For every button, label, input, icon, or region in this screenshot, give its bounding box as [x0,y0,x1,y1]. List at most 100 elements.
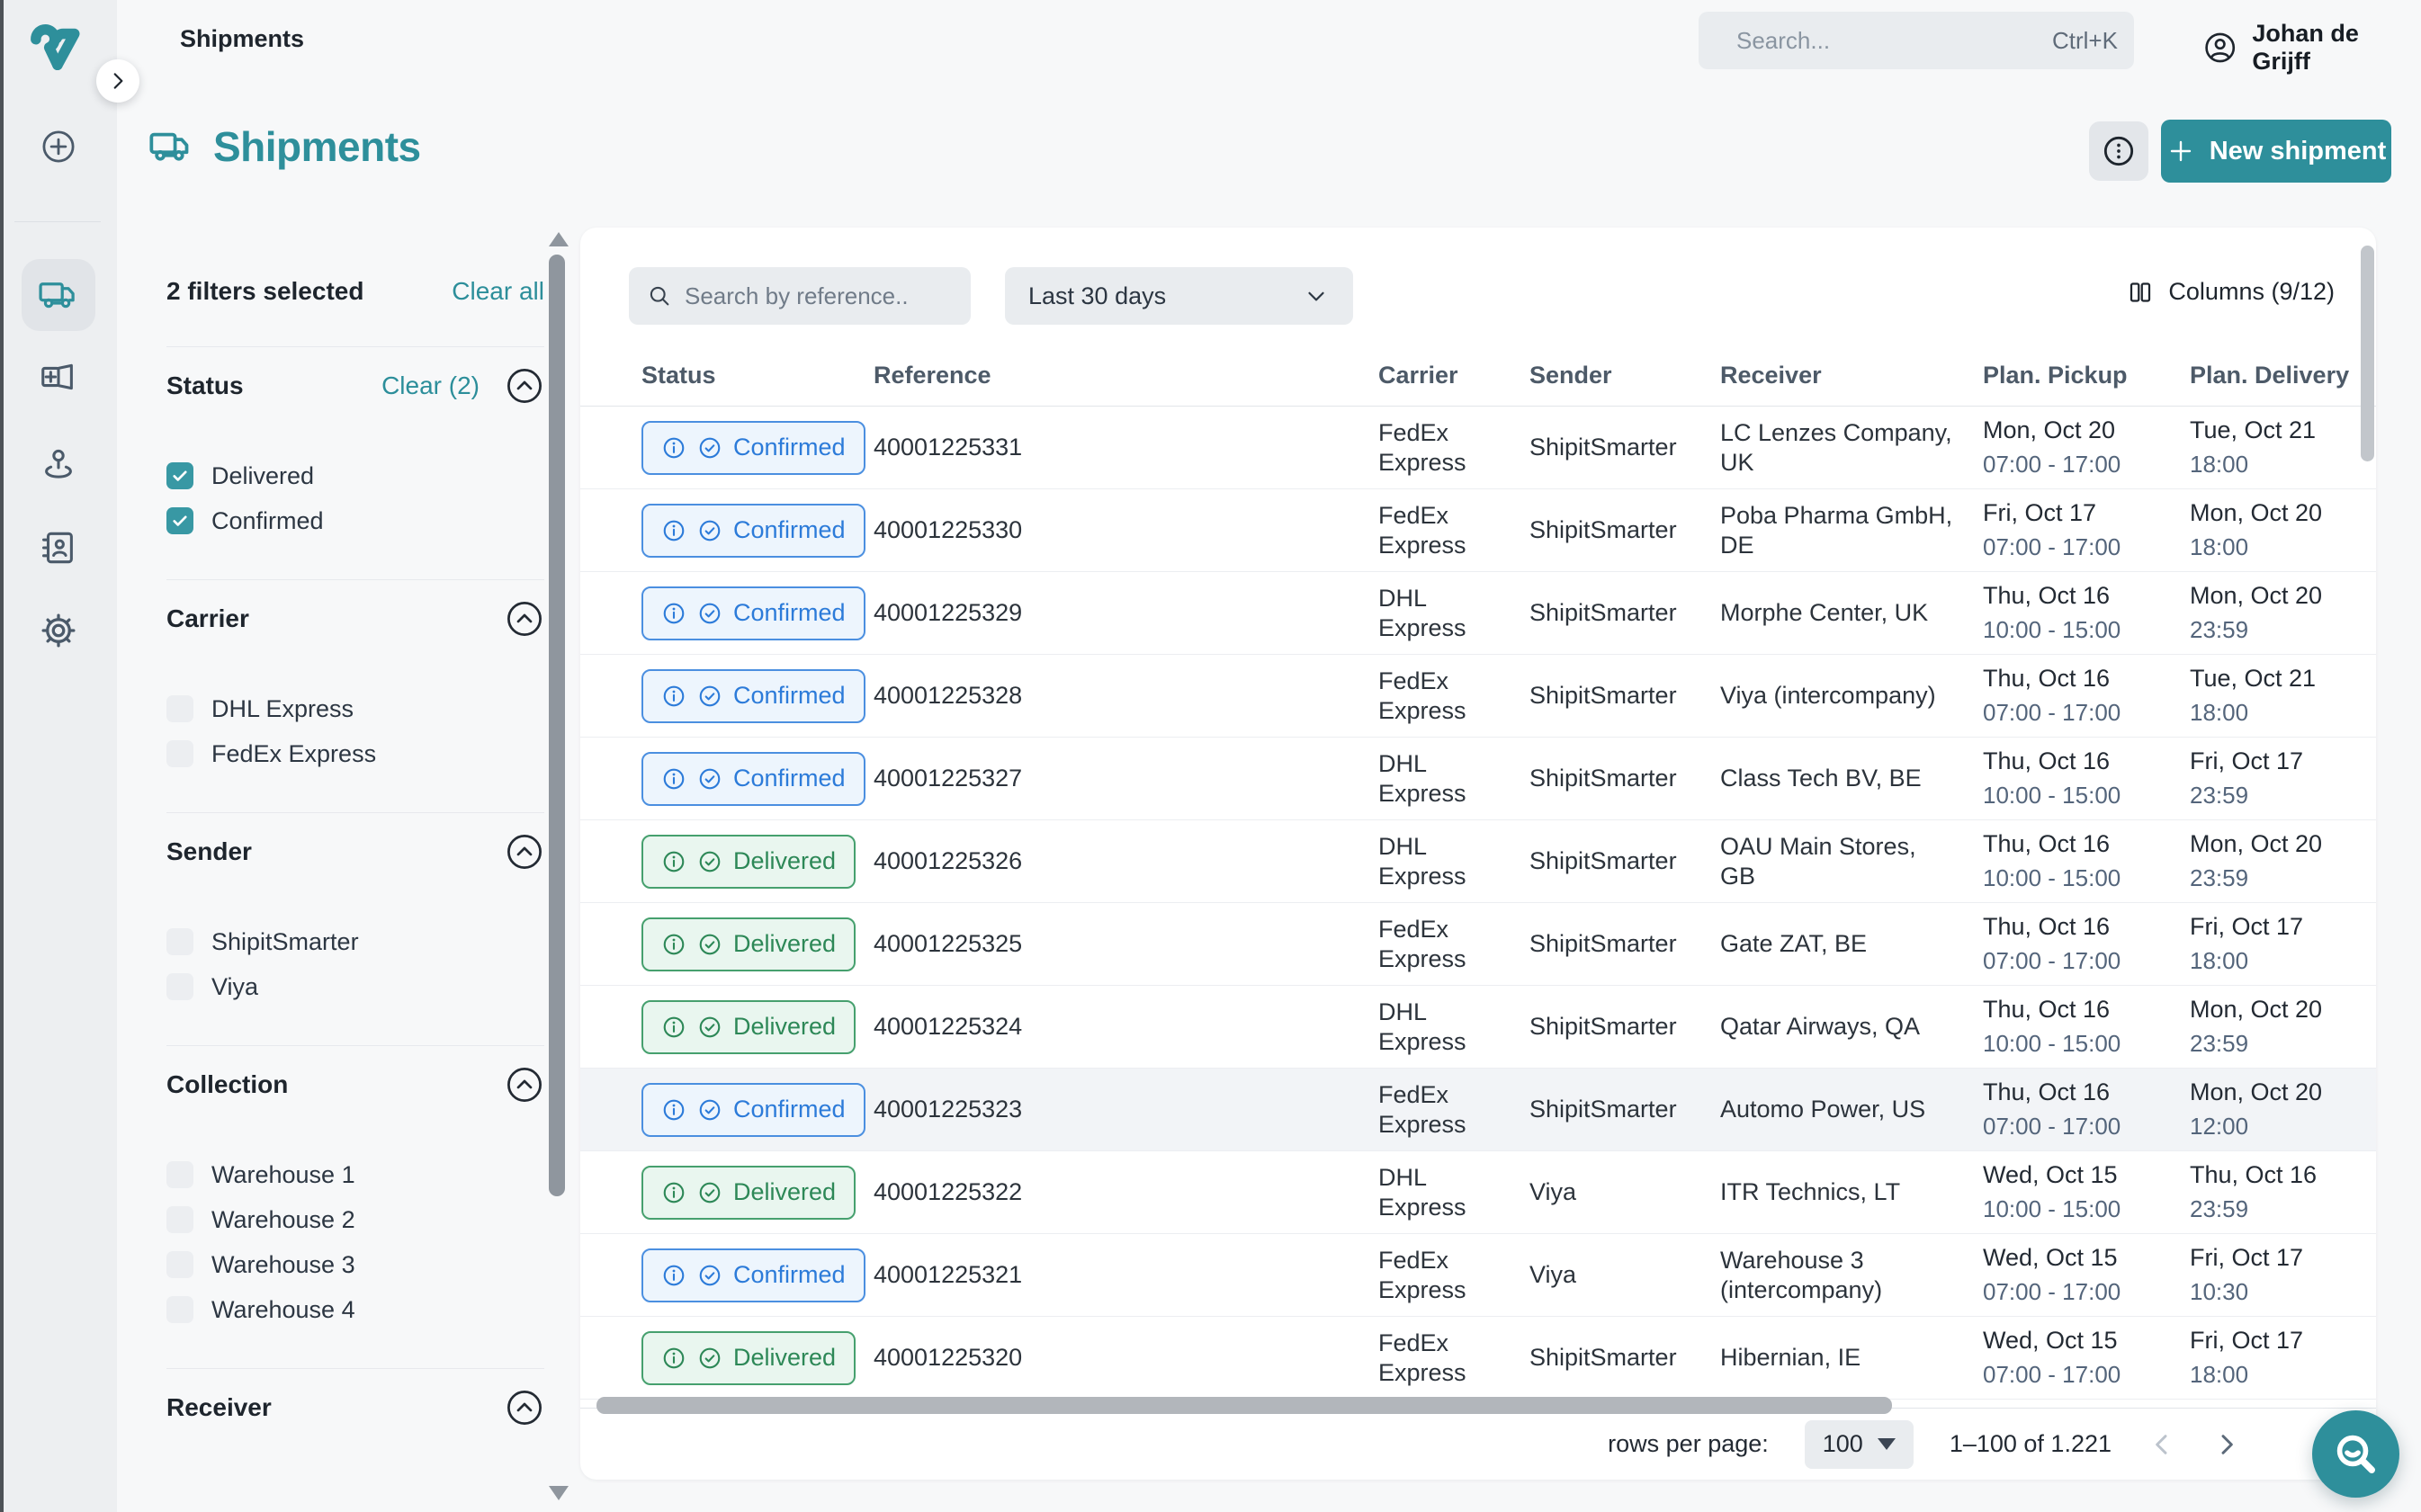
table-row[interactable]: Confirmed 40001225321 FedEx Express Viya… [580,1234,2376,1317]
column-header-carrier[interactable]: Carrier [1378,362,1529,389]
chevron-up-circle-icon[interactable] [505,832,544,872]
feedback-magnifier-fab[interactable] [2312,1410,2399,1498]
filter-scrollbar-thumb[interactable] [549,255,565,1196]
status-badge[interactable]: Confirmed [641,752,865,806]
status-badge[interactable]: Delivered [641,1000,856,1054]
status-badge[interactable]: Delivered [641,1331,856,1385]
next-page-button[interactable] [2212,1430,2241,1459]
filter-scrollbar-up-arrow[interactable] [549,232,569,246]
status-badge[interactable]: Delivered [641,1166,856,1220]
filter-checkbox-row[interactable]: Delivered [166,458,544,494]
checkbox[interactable] [166,1251,193,1278]
status-badge[interactable]: Confirmed [641,586,865,640]
status-badge[interactable]: Confirmed [641,669,865,723]
cell-carrier: FedEx Express [1378,501,1529,560]
cell-delivery-time: 12:00 [2190,1112,2357,1141]
filter-option-label: Confirmed [211,507,324,535]
clear-all-filters-link[interactable]: Clear all [452,277,544,306]
sidebar-item-shipments[interactable] [22,259,95,331]
checkbox[interactable] [166,928,193,955]
date-range-dropdown[interactable]: Last 30 days [1005,267,1353,325]
check-circle-icon [697,1015,722,1040]
checkbox[interactable] [166,695,193,722]
status-badge[interactable]: Delivered [641,835,856,889]
user-menu[interactable]: Johan de Grijff [2202,20,2421,76]
column-header-plan-pickup[interactable]: Plan. Pickup [1983,362,2190,389]
checkbox[interactable] [166,740,193,767]
cell-reference: 40001225321 [874,1260,1378,1290]
page-info-button[interactable] [2089,121,2148,181]
checkbox[interactable] [166,1206,193,1233]
column-header-reference[interactable]: Reference [874,362,1378,389]
columns-button[interactable]: Columns (9/12) [2127,278,2335,306]
checkbox[interactable] [166,507,193,534]
gear-icon [38,610,79,651]
chevron-up-circle-icon[interactable] [505,366,544,406]
column-header-status[interactable]: Status [641,362,874,389]
global-search[interactable]: Ctrl+K [1699,12,2134,69]
table-row[interactable]: Confirmed 40001225330 FedEx Express Ship… [580,489,2376,572]
chevron-up-circle-icon[interactable] [505,1065,544,1105]
chevron-up-circle-icon[interactable] [505,1388,544,1427]
chevron-right-icon [2212,1430,2241,1459]
status-badge[interactable]: Confirmed [641,1083,865,1137]
filter-checkbox-row[interactable]: Confirmed [166,503,544,539]
create-new-button[interactable] [0,128,117,166]
filter-checkbox-row[interactable]: Warehouse 4 [166,1292,544,1328]
table-row[interactable]: Delivered 40001225320 FedEx Express Ship… [580,1317,2376,1400]
sidebar-item-contacts[interactable] [0,527,117,568]
page-header: Shipments [148,122,421,171]
previous-page-button[interactable] [2148,1430,2176,1459]
chevron-up-circle-icon[interactable] [505,599,544,639]
status-badge[interactable]: Confirmed [641,1248,865,1302]
table-row[interactable]: Confirmed 40001225331 FedEx Express Ship… [580,407,2376,489]
sidebar-item-containers[interactable] [0,356,117,398]
sidebar-expand-button[interactable] [96,59,139,103]
table-row[interactable]: Confirmed 40001225328 FedEx Express Ship… [580,655,2376,738]
table-horizontal-scrollbar[interactable] [596,1397,1892,1414]
cell-sender: ShipitSmarter [1529,929,1720,959]
cell-carrier: FedEx Express [1378,915,1529,974]
filter-checkbox-row[interactable]: Warehouse 2 [166,1202,544,1238]
cell-pickup-time: 10:00 - 15:00 [1983,615,2190,645]
cell-carrier: DHL Express [1378,749,1529,809]
table-row[interactable]: Confirmed 40001225329 DHL Express Shipit… [580,572,2376,655]
filter-scrollbar-down-arrow[interactable] [549,1486,569,1500]
checkbox[interactable] [166,462,193,489]
table-row[interactable]: Confirmed 40001225323 FedEx Express Ship… [580,1069,2376,1151]
cell-receiver: Morphe Center, UK [1720,598,1983,628]
status-badge[interactable]: Confirmed [641,504,865,558]
sidebar-item-settings[interactable] [0,610,117,651]
filter-checkbox-row[interactable]: ShipitSmarter [166,924,544,960]
cell-sender: ShipitSmarter [1529,1012,1720,1042]
filter-checkbox-row[interactable]: Warehouse 3 [166,1247,544,1283]
reference-search-input[interactable] [685,282,953,310]
filter-checkbox-row[interactable]: FedEx Express [166,736,544,772]
status-badge[interactable]: Confirmed [641,421,865,475]
new-shipment-button[interactable]: New shipment [2161,120,2391,183]
cell-delivery-date: Fri, Oct 17 [2190,1327,2303,1354]
table-row[interactable]: Delivered 40001225325 FedEx Express Ship… [580,903,2376,986]
table-row[interactable]: Confirmed 40001225327 DHL Express Shipit… [580,738,2376,820]
sidebar-item-locations[interactable] [0,443,117,484]
table-row[interactable]: Delivered 40001225322 DHL Express Viya I… [580,1151,2376,1234]
table-vertical-scrollbar[interactable] [2361,246,2374,461]
column-header-sender[interactable]: Sender [1529,362,1720,389]
status-badge[interactable]: Delivered [641,917,856,971]
global-search-input[interactable] [1736,27,2038,55]
checkbox[interactable] [166,1296,193,1323]
cell-sender: ShipitSmarter [1529,515,1720,545]
filter-section-clear-link[interactable]: Clear (2) [381,371,480,400]
filter-checkbox-row[interactable]: Viya [166,969,544,1005]
table-row[interactable]: Delivered 40001225326 DHL Express Shipit… [580,820,2376,903]
column-header-plan-delivery[interactable]: Plan. Delivery [2190,362,2357,389]
cell-pickup-time: 10:00 - 15:00 [1983,1194,2190,1224]
checkbox[interactable] [166,1161,193,1188]
column-header-receiver[interactable]: Receiver [1720,362,1983,389]
checkbox[interactable] [166,973,193,1000]
table-row[interactable]: Delivered 40001225324 DHL Express Shipit… [580,986,2376,1069]
page-size-select[interactable]: 100 [1805,1420,1914,1469]
filter-checkbox-row[interactable]: Warehouse 1 [166,1157,544,1193]
table-search[interactable] [629,267,971,325]
filter-checkbox-row[interactable]: DHL Express [166,691,544,727]
